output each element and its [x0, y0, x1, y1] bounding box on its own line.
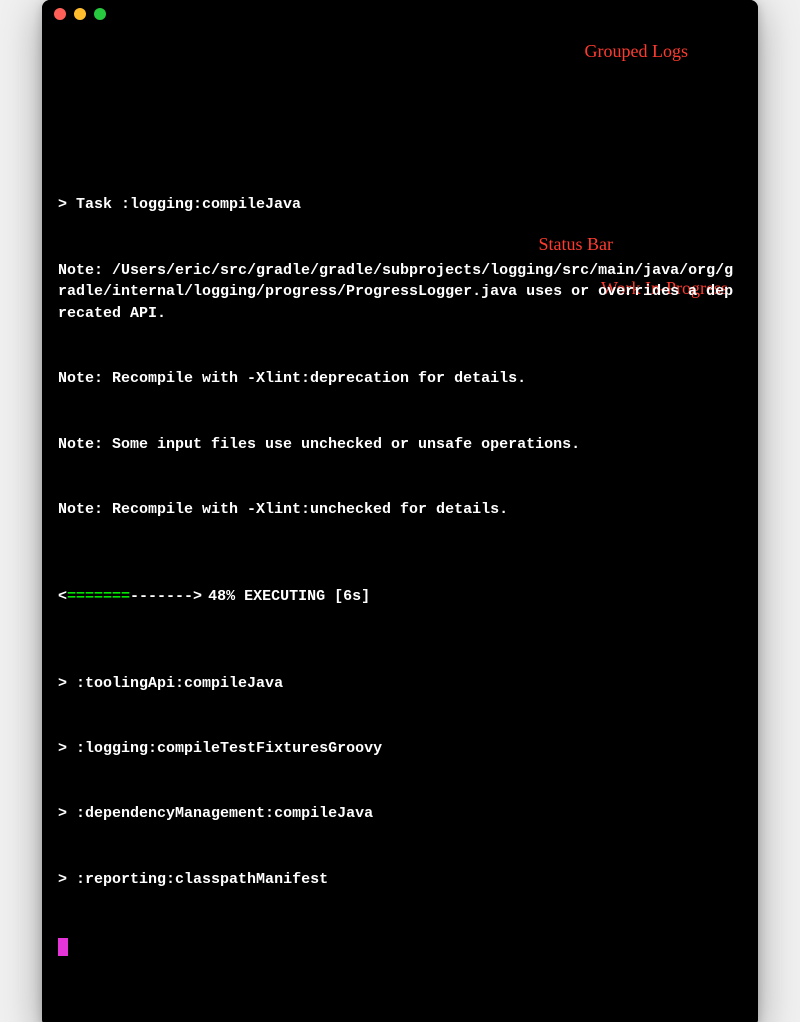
title-bar — [42, 0, 758, 28]
annotation-grouped-logs: Grouped Logs — [585, 38, 688, 64]
chevron-icon: > — [58, 805, 67, 822]
progress-empty: ------- — [130, 586, 193, 608]
task-header: > Task :logging:compileJava — [58, 194, 742, 216]
task-name: :toolingApi:compileJava — [76, 675, 283, 692]
task-name: :reporting:classpathManifest — [76, 871, 328, 888]
progress-arrow-right-icon: > — [193, 586, 202, 608]
progress-arrow-left-icon: < — [58, 586, 67, 608]
cursor-icon — [58, 938, 68, 956]
task-name: :logging:compileTestFixturesGroovy — [76, 740, 382, 757]
terminal-body: Grouped Logs Status Bar Work In-Progress… — [42, 28, 758, 1022]
running-task-row: > :reporting:classpathManifest — [58, 869, 742, 891]
chevron-icon: > — [58, 675, 67, 692]
chevron-icon: > — [58, 740, 67, 757]
log-note: Note: Some input files use unchecked or … — [58, 434, 742, 456]
cursor-line — [58, 934, 742, 956]
running-task-row: > :toolingApi:compileJava — [58, 673, 742, 695]
annotation-status-bar: Status Bar — [539, 231, 614, 257]
minimize-icon[interactable] — [74, 8, 86, 20]
log-note: Note: /Users/eric/src/gradle/gradle/subp… — [58, 260, 742, 325]
maximize-icon[interactable] — [94, 8, 106, 20]
progress-text: 48% EXECUTING [6s] — [208, 586, 370, 608]
progress-bar: <=======------->48% EXECUTING [6s] — [58, 586, 742, 608]
terminal-window: Grouped Logs Status Bar Work In-Progress… — [42, 0, 758, 1022]
progress-filled: ======= — [67, 586, 130, 608]
chevron-icon: > — [58, 871, 67, 888]
log-note: Note: Recompile with -Xlint:unchecked fo… — [58, 499, 742, 521]
close-icon[interactable] — [54, 8, 66, 20]
log-note: Note: Recompile with -Xlint:deprecation … — [58, 368, 742, 390]
task-name: :dependencyManagement:compileJava — [76, 805, 373, 822]
running-task-row: > :dependencyManagement:compileJava — [58, 803, 742, 825]
running-task-row: > :logging:compileTestFixturesGroovy — [58, 738, 742, 760]
